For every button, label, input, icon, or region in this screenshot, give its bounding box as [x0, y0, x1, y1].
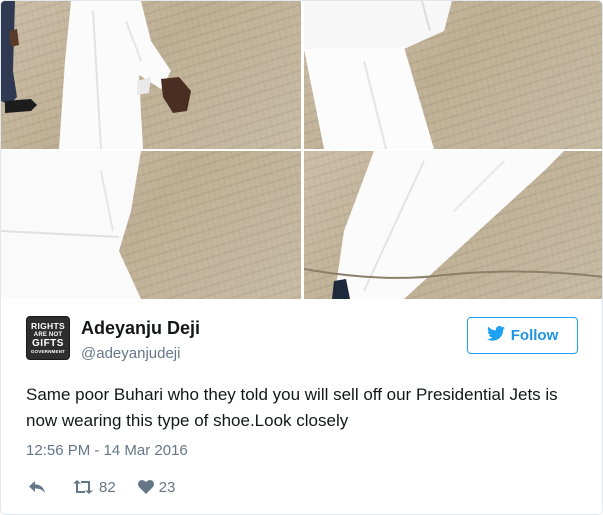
- photo-4[interactable]: [304, 151, 602, 299]
- twitter-bird-icon: [486, 326, 505, 345]
- photo-3[interactable]: [1, 151, 301, 299]
- white-robe-lower-image: [1, 151, 141, 299]
- reply-button[interactable]: [28, 480, 46, 494]
- tweet-text: Same poor Buhari who they told you will …: [26, 385, 558, 430]
- like-count: 23: [158, 478, 176, 496]
- white-trousers-legs-image: [304, 1, 452, 149]
- username[interactable]: @adeyanjudeji: [81, 345, 180, 362]
- tweet-actions: 82 23: [28, 477, 175, 497]
- man-in-white-walking-image: [1, 1, 191, 149]
- photo-2[interactable]: [304, 1, 602, 149]
- heart-icon: [137, 480, 154, 494]
- retweet-count: 82: [99, 478, 116, 496]
- follow-button[interactable]: Follow: [467, 317, 578, 354]
- avatar-text-line-4: GOVERNMENT: [30, 348, 66, 354]
- photo-grid: [1, 1, 602, 299]
- retweet-icon: [72, 480, 94, 494]
- retweet-button[interactable]: 82: [72, 479, 116, 496]
- like-button[interactable]: 23: [137, 478, 176, 496]
- avatar-text-line-2: ARE NOT: [33, 331, 63, 338]
- avatar[interactable]: RIGHTS ARE NOT GIFTS GOVERNMENT: [26, 316, 70, 360]
- photo-1[interactable]: [1, 1, 301, 149]
- avatar-text-line-3: GIFTS: [32, 337, 64, 349]
- display-name[interactable]: Adeyanju Deji: [81, 318, 200, 339]
- white-trousers-shoe-image: [304, 151, 602, 299]
- tweet-timestamp[interactable]: 12:56 PM - 14 Mar 2016: [26, 442, 188, 459]
- avatar-text-line-1: RIGHTS: [31, 321, 65, 331]
- tweet-card: RIGHTS ARE NOT GIFTS GOVERNMENT Adeyanju…: [0, 0, 603, 515]
- follow-label: Follow: [510, 327, 559, 344]
- reply-icon: [28, 480, 46, 494]
